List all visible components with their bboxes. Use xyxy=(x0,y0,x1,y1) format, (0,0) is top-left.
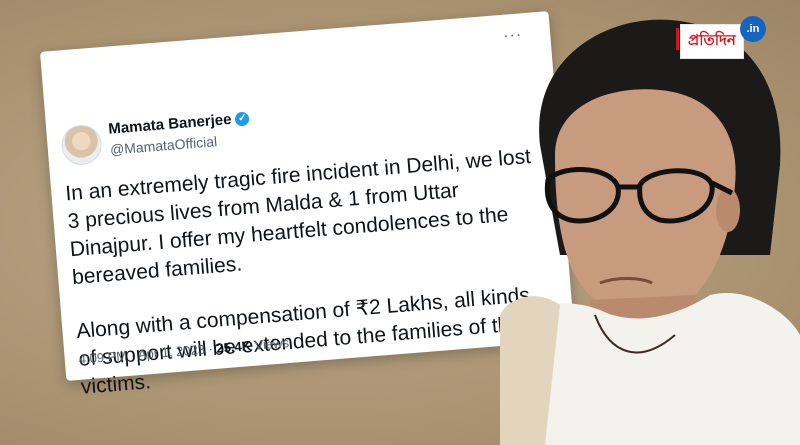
logo-domain-badge: .in xyxy=(739,16,766,42)
tweet-paragraph-1: In an extremely tragic fire incident in … xyxy=(64,145,532,290)
tweet-card: ··· Mamata Banerjee ✓ @MamataOfficial In… xyxy=(40,11,575,399)
site-logo[interactable]: প্রতিদিন .in xyxy=(676,16,766,59)
tweet-text: In an extremely tragic fire incident in … xyxy=(64,143,550,402)
logo-wordmark: প্রতিদিন xyxy=(676,24,744,59)
views-count: 25.4K xyxy=(215,338,252,356)
avatar[interactable] xyxy=(60,123,104,167)
verified-badge-icon: ✓ xyxy=(234,110,250,127)
views-label: Views xyxy=(254,334,290,353)
author-name-row[interactable]: Mamata Banerjee ✓ xyxy=(108,109,250,138)
author-handle[interactable]: @MamataOfficial xyxy=(109,133,217,158)
ear xyxy=(716,188,740,232)
person-photo xyxy=(500,19,800,445)
